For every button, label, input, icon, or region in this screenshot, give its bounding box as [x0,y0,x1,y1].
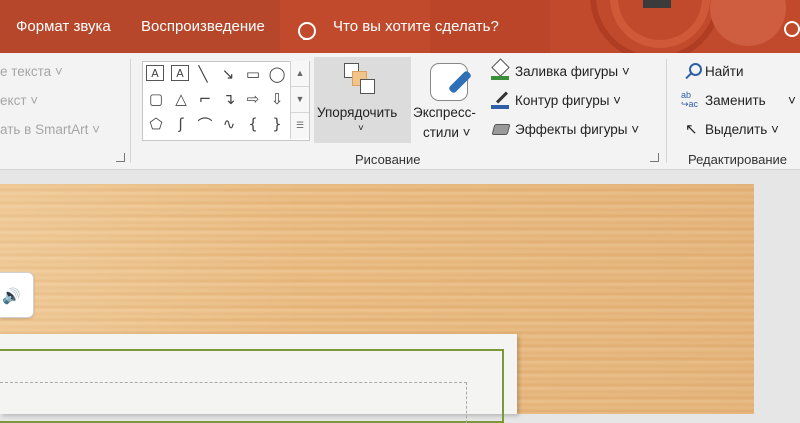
gallery-down-icon[interactable]: ▼ [291,87,309,113]
editing-group-label: Редактирование [688,152,788,167]
right-brace-icon[interactable]: } [267,114,287,134]
curve-icon[interactable]: ∿ [219,114,239,134]
left-brace-icon[interactable]: { [243,114,263,134]
drawing-group-label: Рисование [355,152,421,167]
right-arrow-icon[interactable]: ⇨ [243,89,263,109]
replace-icon: ab ↪ac [681,90,699,109]
placeholder-box[interactable] [0,382,467,423]
pencil-icon [491,90,509,109]
elbow-connector-icon[interactable]: ⌐ [195,89,215,109]
freeform-icon[interactable]: ⬠ [146,114,166,134]
shapes-gallery[interactable]: A A ╲ ↘ ▭ ◯ ▢ △ ⌐ ↴ ⇨ ⇩ ⬠ ʃ ⌒ ∿ { } [142,61,310,141]
group-separator [130,59,131,163]
quick-styles-icon[interactable] [430,63,473,101]
align-text-button[interactable]: екст ˅ [0,93,38,108]
arc-icon[interactable]: ⌒ [195,114,215,134]
shape-fill-button[interactable]: Заливка фигуры ˅ [515,64,630,79]
gallery-up-icon[interactable]: ▲ [291,61,309,87]
text-direction-button[interactable]: е текста ˅ [0,64,63,79]
user-icon[interactable] [784,21,800,37]
shape-outline-button[interactable]: Контур фигуры ˅ [515,93,621,108]
find-button[interactable]: Найти [705,64,744,79]
line-icon[interactable]: ╲ [193,64,213,84]
gallery-more-icon[interactable]: ☰ [291,113,309,138]
tab-playback[interactable]: Воспроизведение [141,17,265,37]
vertical-scrollbar[interactable] [754,184,800,414]
quick-styles-button[interactable]: стили ˅ [423,125,471,140]
shape-effects-icon [491,120,511,138]
select-button[interactable]: Выделить ˅ [705,122,779,137]
triangle-icon[interactable]: △ [171,89,191,109]
arrange-icon [344,63,378,97]
tell-me-search[interactable]: Что вы хотите сделать? [333,17,499,37]
paint-bucket-icon [491,58,510,80]
arrange-label: Упорядочить [317,105,398,120]
search-icon [684,62,702,80]
tab-format-audio[interactable]: Формат звука [16,17,111,37]
shape-effects-button[interactable]: Эффекты фигуры ˅ [515,122,639,137]
lightbulb-icon [298,22,316,40]
slide-canvas[interactable]: 🔊 [0,170,800,423]
cursor-icon: ↖ [685,121,698,138]
scribble-icon[interactable]: ʃ [171,114,191,134]
down-arrow-icon[interactable]: ⇩ [267,89,287,109]
convert-smartart-button[interactable]: ать в SmartArt ˅ [0,122,100,137]
paragraph-dialog-launcher[interactable] [116,153,125,162]
arrange-button[interactable]: Упорядочить ˅ [314,57,411,143]
vertical-text-box-icon[interactable]: A [171,65,189,81]
avatar [643,0,671,8]
rectangle-icon[interactable]: ▭ [243,64,263,84]
replace-chevron-icon[interactable]: ˅ [788,93,796,108]
text-box-icon[interactable]: A [146,65,164,81]
slide-content-box[interactable] [0,334,517,423]
speaker-icon[interactable]: 🔊 [2,287,21,305]
ribbon: е текста ˅ екст ˅ ать в SmartArt ˅ A A ╲… [0,53,800,170]
replace-button[interactable]: Заменить [705,93,766,108]
rounded-rectangle-icon[interactable]: ▢ [146,89,166,109]
elbow-arrow-icon[interactable]: ↴ [219,89,239,109]
gallery-scroll[interactable]: ▲ ▼ ☰ [290,61,309,139]
group-separator [666,59,667,163]
quick-styles-label-1[interactable]: Экспресс- [413,105,476,120]
title-bar: Формат звука Воспроизведение Что вы хоти… [0,0,800,53]
arrow-line-icon[interactable]: ↘ [218,64,238,84]
drawing-dialog-launcher[interactable] [650,153,659,162]
chevron-down-icon: ˅ [358,123,364,134]
audio-controls[interactable]: 🔊 [0,272,34,318]
oval-icon[interactable]: ◯ [267,64,287,84]
